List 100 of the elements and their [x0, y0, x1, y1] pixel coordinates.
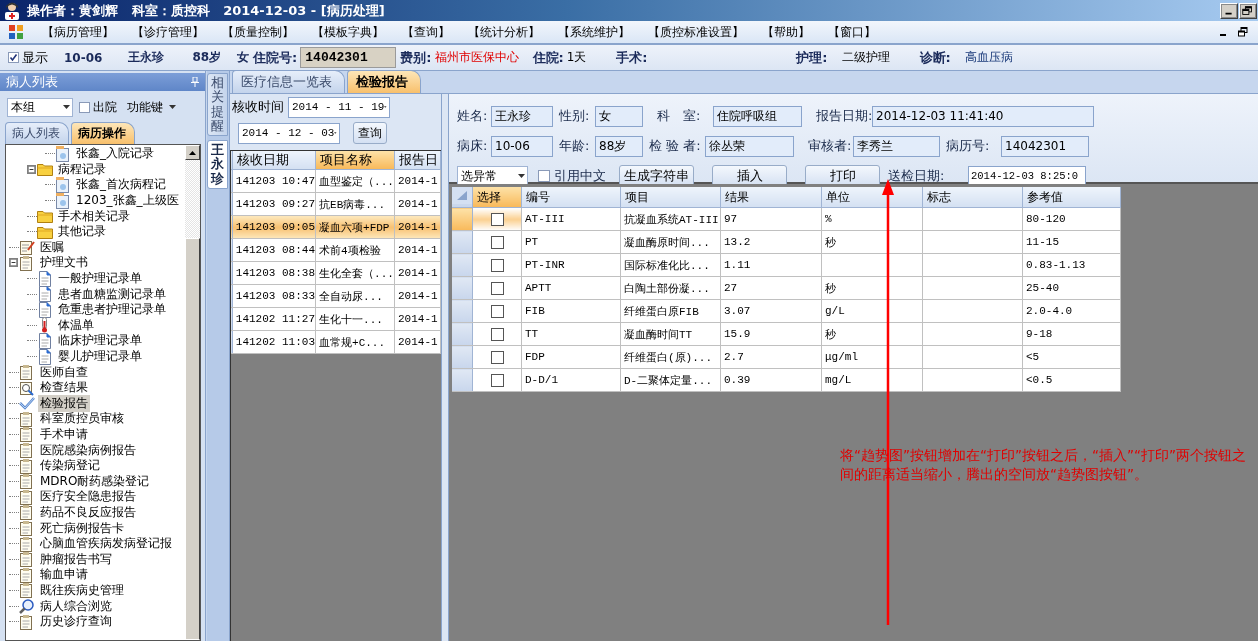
function-key-menu[interactable]: 功能键	[127, 98, 178, 116]
tree-item[interactable]: 手术相关记录	[56, 207, 132, 225]
table-row[interactable]: 141203 10:47 血型鉴定（... 2014-1	[231, 169, 441, 193]
tree-item[interactable]: 体温单	[56, 316, 96, 334]
menu-item[interactable]: 【模板字典】	[312, 23, 384, 41]
column-header[interactable]: 结果	[720, 187, 822, 208]
column-header[interactable]: 单位	[821, 187, 923, 208]
tree-item[interactable]: 历史诊疗查询	[38, 613, 114, 631]
table-row[interactable]: 141203 08:38 生化全套（... 2014-1	[231, 261, 441, 285]
action-button[interactable]: 生成字符串	[619, 165, 694, 187]
menu-item[interactable]: 【诊疗管理】	[132, 23, 204, 41]
tree-item[interactable]: 既往疾病史管理	[38, 581, 126, 599]
input-field[interactable]: 10-06	[491, 135, 553, 157]
table-row[interactable]: PT-INR 国际标准化比... 1.11 0.83-1.13	[452, 253, 1121, 277]
table-row[interactable]: 141202 11:27 生化十一... 2014-1	[231, 307, 441, 331]
tree-item[interactable]: 医师自查	[38, 363, 90, 381]
tree-item[interactable]: 药品不良反应报告	[38, 503, 138, 521]
side-tab[interactable]: 相关提醒	[207, 73, 228, 137]
tree-item[interactable]: 医嘱	[38, 238, 66, 256]
input-field[interactable]: 2014-12-03 11:41:40	[872, 105, 1094, 127]
column-header[interactable]: 选择	[472, 187, 522, 208]
tree-item[interactable]: 患者血糖监测记录单	[56, 285, 168, 303]
input-field[interactable]: 徐丛荣	[705, 135, 794, 157]
column-header[interactable]: 核收日期	[232, 151, 316, 170]
table-row[interactable]: 141203 09:27 抗EB病毒... 2014-1	[231, 192, 441, 216]
table-row[interactable]: 141203 08:33 全自动尿... 2014-1	[231, 284, 441, 308]
pin-icon[interactable]	[191, 77, 199, 87]
input-field[interactable]: 李秀兰	[853, 135, 940, 157]
table-row[interactable]: 141202 11:03 血常规+C... 2014-1	[231, 330, 441, 354]
collapse-icon[interactable]	[9, 258, 18, 268]
column-header[interactable]: 编号	[521, 187, 621, 208]
tree-item[interactable]: MDRO耐药感染登记	[38, 472, 152, 490]
tree-item[interactable]: 医疗安全隐患报告	[38, 488, 138, 506]
checkbox[interactable]	[490, 281, 504, 295]
checkbox[interactable]	[490, 304, 504, 318]
minimize-button[interactable]	[1220, 2, 1238, 19]
tree-item[interactable]: 一般护理记录单	[56, 270, 144, 288]
panel-tab[interactable]: 病人列表	[5, 122, 69, 144]
input-field[interactable]: 88岁	[595, 135, 643, 157]
checkbox[interactable]	[490, 350, 504, 364]
tree-item[interactable]: 科室质控员审核	[38, 410, 126, 428]
tree-item[interactable]: 病程记录	[56, 160, 108, 178]
scroll-up-button[interactable]	[185, 145, 200, 160]
checkbox[interactable]	[490, 258, 504, 272]
menu-item[interactable]: 【统计分析】	[468, 23, 540, 41]
scrollbar[interactable]	[185, 145, 200, 640]
menu-item[interactable]: 【窗口】	[828, 23, 876, 41]
table-row[interactable]: FIB 纤维蛋白原FIB 3.07 g/L 2.0-4.0	[452, 299, 1121, 323]
tree-item[interactable]: 检验报告	[38, 394, 90, 412]
tree-item[interactable]: 肿瘤报告书写	[38, 550, 114, 568]
input-field[interactable]: 住院呼吸组	[713, 105, 802, 127]
tree-item[interactable]: 婴儿护理记录单	[56, 348, 144, 365]
checkbox[interactable]	[490, 373, 504, 387]
menu-item[interactable]: 【查询】	[402, 23, 450, 41]
restore-button[interactable]	[1239, 2, 1257, 19]
table-row[interactable]: D-D/1 D-二聚体定量... 0.39 mg/L <0.5	[452, 368, 1121, 392]
tree-item[interactable]: 其他记录	[56, 223, 108, 241]
scroll-thumb[interactable]	[185, 238, 200, 640]
collapse-icon[interactable]	[27, 164, 36, 174]
tree-item[interactable]: 病人综合浏览	[38, 597, 114, 615]
tree-item[interactable]: 传染病登记	[38, 457, 102, 475]
query-button[interactable]: 查询	[353, 122, 387, 144]
tree-item[interactable]: 死亡病例报告卡	[38, 519, 126, 537]
show-checkbox[interactable]	[8, 52, 19, 63]
table-row[interactable]: AT-III 抗凝血系统AT-III 97 % 80-120	[452, 207, 1121, 231]
group-dropdown[interactable]: 本组	[7, 97, 73, 117]
input-field[interactable]: 14042301	[1001, 135, 1089, 157]
table-row[interactable]: TT 凝血酶时间TT 15.9 秒 9-18	[452, 322, 1121, 346]
checkbox[interactable]	[490, 235, 504, 249]
menu-item[interactable]: 【质量控制】	[222, 23, 294, 41]
chinese-checkbox[interactable]	[538, 170, 550, 182]
abnormal-dropdown[interactable]: 选异常	[457, 165, 528, 187]
app-menu-icon[interactable]	[8, 24, 24, 40]
column-header[interactable]: 标志	[922, 187, 1023, 208]
input-field[interactable]: 女	[595, 105, 643, 127]
tree-item[interactable]: 护理文书	[38, 254, 90, 272]
menu-item[interactable]: 【帮助】	[762, 23, 810, 41]
action-button[interactable]: 打印	[805, 165, 880, 187]
tree-item[interactable]: 张鑫_入院记录	[74, 145, 156, 163]
input-field[interactable]: 王永珍	[491, 105, 553, 127]
date-picker[interactable]: 2014 - 11 - 19	[288, 96, 390, 118]
tree-item[interactable]: 检查结果	[38, 379, 90, 397]
column-header[interactable]: 项目名称	[315, 151, 395, 170]
date-picker[interactable]: 2014 - 12 - 03	[238, 122, 340, 144]
table-row[interactable]: APTT 白陶土部份凝... 27 秒 25-40	[452, 276, 1121, 300]
tree-item[interactable]: 危重患者护理记录单	[56, 301, 168, 319]
table-row[interactable]: PT 凝血酶原时间... 13.2 秒 11-15	[452, 230, 1121, 254]
tree-item[interactable]: 临床护理记录单	[56, 332, 144, 350]
menu-item[interactable]: 【系统维护】	[558, 23, 630, 41]
discharged-checkbox[interactable]	[79, 101, 90, 113]
tree-item[interactable]: 心脑血管疾病发病登记报	[38, 535, 174, 553]
panel-tab[interactable]: 病历操作	[71, 122, 135, 144]
side-tab[interactable]: 王永珍	[207, 140, 228, 190]
input-field[interactable]: 2014-12-03 8:25:0	[968, 165, 1086, 187]
main-tab[interactable]: 检验报告	[347, 70, 421, 93]
main-tab[interactable]: 医疗信息一览表	[232, 70, 345, 93]
table-row[interactable]: FDP 纤维蛋白(原)... 2.7 μg/ml <5	[452, 345, 1121, 369]
action-button[interactable]: 插入	[712, 165, 787, 187]
checkbox[interactable]	[490, 212, 504, 226]
menu-item[interactable]: 【质控标准设置】	[648, 23, 744, 41]
